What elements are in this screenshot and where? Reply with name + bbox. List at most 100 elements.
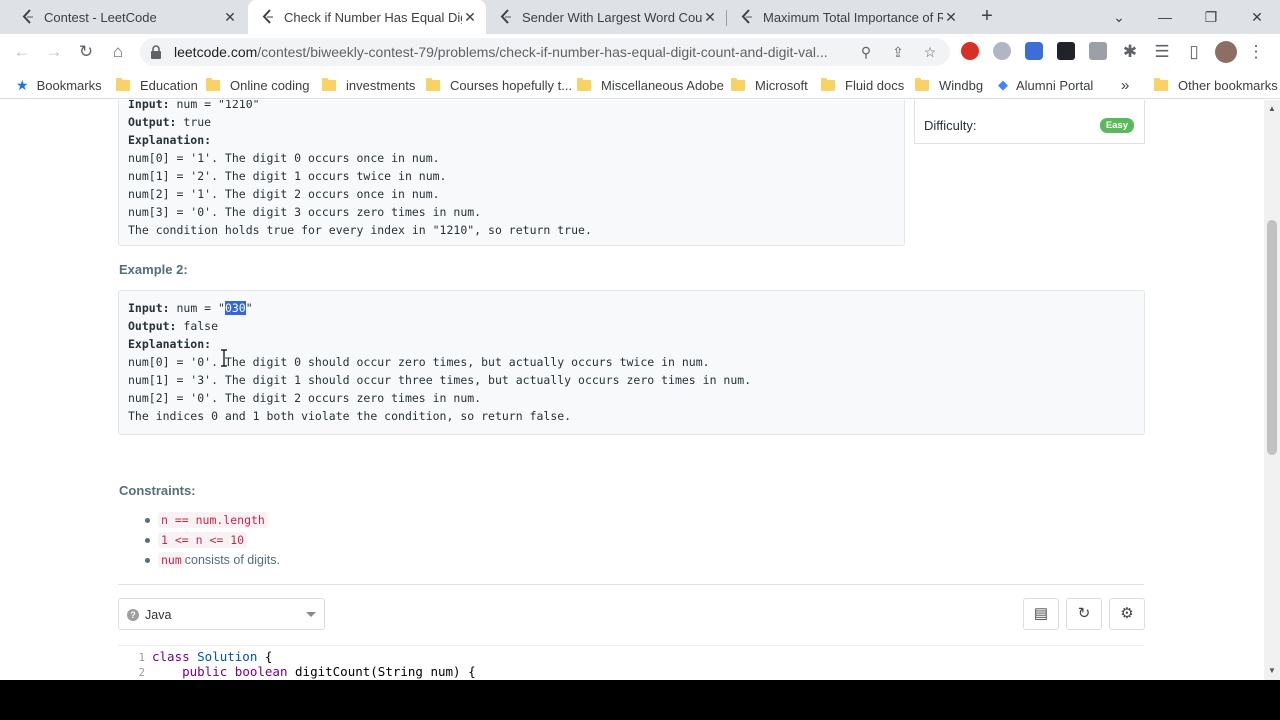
tab-sender[interactable]: Sender With Largest Word Count ✕ xyxy=(486,0,726,34)
file-icon[interactable]: ▤ xyxy=(1023,598,1059,630)
adblock-extension-icon[interactable] xyxy=(961,42,979,60)
example-1-line: Output: true xyxy=(128,115,212,129)
settings-gear-icon[interactable]: ⚙ xyxy=(1109,598,1145,630)
folder-icon xyxy=(1154,77,1168,91)
menu-icon[interactable]: ⋮ xyxy=(1244,40,1268,64)
camera-extension-icon[interactable] xyxy=(1089,42,1107,60)
avatar[interactable] xyxy=(1215,41,1237,63)
example-2-output-line: Output: false xyxy=(128,319,219,333)
ms-extension-icon[interactable] xyxy=(993,42,1011,60)
address-bar[interactable]: leetcode.com/contest/biweekly-contest-79… xyxy=(140,38,950,66)
tab-maximum-importance[interactable]: Maximum Total Importance of Ro ✕ xyxy=(727,0,967,34)
tab-title: Maximum Total Importance of Ro xyxy=(763,9,943,25)
bookmark-windbg[interactable]: Windbg xyxy=(915,76,983,94)
folder-icon xyxy=(731,77,745,91)
bookmark-other[interactable]: Other bookmarks xyxy=(1154,76,1278,94)
reload-icon[interactable]: ↻ xyxy=(74,40,98,64)
code-line: 1 class Solution { xyxy=(138,649,273,664)
folder-icon xyxy=(915,77,929,91)
folder-icon xyxy=(206,77,220,91)
bookmark-microsoft[interactable]: Microsoft xyxy=(731,76,808,94)
example-1-line: num[2] = '1'. The digit 2 occurs once in… xyxy=(128,187,440,201)
scroll-up-icon[interactable]: ▲ xyxy=(1267,104,1277,114)
problem-page: Input: num = "1210" Output: true Explana… xyxy=(0,100,1264,680)
minimize-icon[interactable]: — xyxy=(1152,4,1178,30)
scroll-down-icon[interactable]: ▼ xyxy=(1267,666,1277,676)
bookmark-alumni-portal[interactable]: ◆ Alumni Portal xyxy=(998,76,1093,94)
folder-icon xyxy=(426,77,440,91)
example-1-line: Explanation: xyxy=(128,133,212,147)
lock-icon xyxy=(151,45,161,59)
bookmark-bookmarks[interactable]: ★ Bookmarks xyxy=(16,76,102,94)
window-close-icon[interactable]: ✕ xyxy=(1244,4,1270,30)
bookmark-education[interactable]: Education xyxy=(116,76,198,94)
close-icon[interactable]: ✕ xyxy=(702,9,718,25)
diamond-icon: ◆ xyxy=(998,77,1008,92)
tab-search-icon[interactable]: ⌄ xyxy=(1106,4,1132,30)
forward-icon[interactable]: → xyxy=(42,40,66,64)
folder-icon xyxy=(322,77,336,91)
example-2-explanation-label: Explanation: xyxy=(128,337,212,351)
tab-title: Sender With Largest Word Count xyxy=(522,9,702,25)
language-select[interactable]: ? Java xyxy=(118,598,325,630)
leetcode-icon xyxy=(260,9,276,25)
blue-extension-icon[interactable] xyxy=(1025,42,1043,60)
example-1-line: Input: num = "1210" xyxy=(128,100,260,111)
close-icon[interactable]: ✕ xyxy=(943,9,959,25)
bookmark-fluid-docs[interactable]: Fluid docs xyxy=(821,76,904,94)
example-2-line: num[1] = '3'. The digit 1 should occur t… xyxy=(128,373,752,387)
code-editor[interactable]: 1 class Solution { 2 public boolean digit… xyxy=(118,645,1144,680)
back-icon[interactable]: ← xyxy=(10,40,34,64)
difficulty-label: Difficulty: xyxy=(924,118,977,133)
bookmarks-overflow-button[interactable]: » xyxy=(1121,76,1129,94)
side-panel-icon[interactable]: ▯ xyxy=(1182,40,1206,64)
leetcode-icon xyxy=(739,9,755,25)
tab-contest[interactable]: Contest - LeetCode ✕ xyxy=(0,0,246,34)
bookmark-online-coding[interactable]: Online coding xyxy=(206,76,310,94)
example-2-line: The indices 0 and 1 both violate the con… xyxy=(128,409,572,423)
share-icon[interactable]: ⇪ xyxy=(888,42,908,62)
help-icon[interactable]: ? xyxy=(127,609,139,621)
new-tab-button[interactable]: + xyxy=(976,6,998,28)
text-cursor-icon xyxy=(221,349,227,367)
url-text: leetcode.com/contest/biweekly-contest-79… xyxy=(174,44,828,60)
example-1-line: num[0] = '1'. The digit 0 occurs once in… xyxy=(128,151,440,165)
constraint-item: n == num.length xyxy=(145,512,268,528)
star-icon[interactable]: ☆ xyxy=(920,42,940,62)
selected-text: 030 xyxy=(224,301,246,315)
bookmark-courses[interactable]: Courses hopefully t... xyxy=(426,76,572,94)
tab-title: Check if Number Has Equal Digit xyxy=(284,9,462,25)
bookmark-misc-adobe[interactable]: Miscellaneous Adobe xyxy=(577,76,724,94)
reading-list-icon[interactable]: ☰ xyxy=(1150,40,1174,64)
chevron-down-icon xyxy=(306,612,316,617)
react-devtools-icon[interactable] xyxy=(1057,42,1075,60)
puzzle-icon[interactable]: ✱ xyxy=(1118,40,1142,64)
folder-icon xyxy=(821,77,835,91)
constraint-item: num consists of digits. xyxy=(145,552,280,568)
leetcode-icon xyxy=(498,9,514,25)
difficulty-panel: Difficulty: Easy xyxy=(914,100,1145,144)
language-label: Java xyxy=(145,608,172,622)
folder-icon xyxy=(577,77,591,91)
example-2-line: num[2] = '0'. The digit 2 occurs zero ti… xyxy=(128,391,482,405)
example-2-heading: Example 2: xyxy=(119,262,188,277)
page-scrollbar[interactable]: ▲ ▼ xyxy=(1264,100,1280,680)
scroll-thumb[interactable] xyxy=(1267,220,1277,455)
bookmark-investments[interactable]: investments xyxy=(322,76,415,94)
close-icon[interactable]: ✕ xyxy=(222,9,238,25)
example-1-line: num[3] = '0'. The digit 3 occurs zero ti… xyxy=(128,205,482,219)
example-1-line: The condition holds true for every index… xyxy=(128,223,592,237)
restore-icon[interactable]: ❐ xyxy=(1198,4,1224,30)
tab-check-number[interactable]: Check if Number Has Equal Digit ✕ xyxy=(248,0,486,34)
zoom-icon[interactable]: ⚲ xyxy=(856,42,876,62)
constraint-item: 1 <= n <= 10 xyxy=(145,532,248,548)
close-icon[interactable]: ✕ xyxy=(462,9,478,25)
browser-window: Contest - LeetCode ✕ Check if Number Has… xyxy=(0,0,1280,680)
reset-code-icon[interactable]: ↻ xyxy=(1066,598,1102,630)
folder-icon xyxy=(116,77,130,91)
bookmarks-bar: ★ Bookmarks Education Online coding inves… xyxy=(0,70,1280,99)
home-icon[interactable]: ⌂ xyxy=(106,40,130,64)
star-icon: ★ xyxy=(16,76,29,93)
constraints-heading: Constraints: xyxy=(119,483,196,498)
tab-strip: Contest - LeetCode ✕ Check if Number Has… xyxy=(0,0,1280,34)
